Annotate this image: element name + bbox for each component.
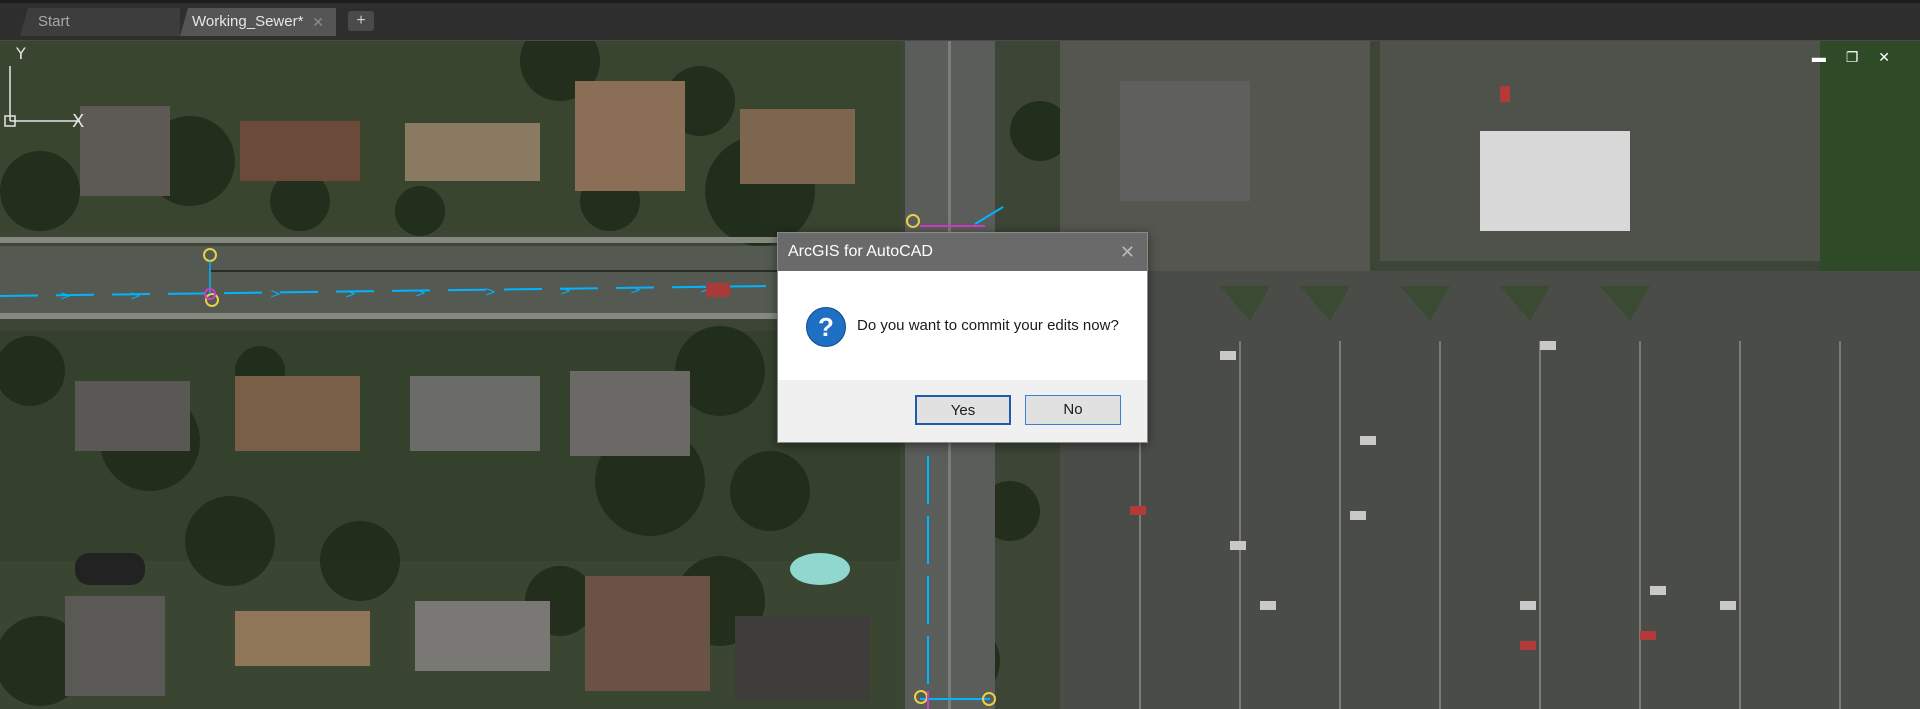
restore-icon[interactable]: ❐ [1846,49,1867,66]
commit-edits-dialog: ArcGIS for AutoCAD ✕ ? Do you want to co… [777,232,1148,443]
dialog-title: ArcGIS for AutoCAD [788,243,933,260]
no-button[interactable]: No [1025,395,1121,425]
close-icon[interactable]: ✕ [1878,49,1898,66]
tab-start-label: Start [38,13,70,30]
document-tab-bar: Start Working_Sewer* ✕ + [0,0,1920,41]
dialog-titlebar[interactable]: ArcGIS for AutoCAD ✕ [778,233,1147,271]
tab-start[interactable]: Start [20,8,180,36]
svg-text:>: > [60,289,71,304]
dialog-footer: Yes No [778,380,1147,442]
svg-text:>: > [560,284,571,299]
ucs-x-label: X [72,111,84,131]
svg-text:>: > [270,287,281,302]
viewport-window-controls: ▬ ❐ ✕ [1812,49,1898,66]
tab-working-sewer[interactable]: Working_Sewer* ✕ [180,8,336,36]
tab-close-icon[interactable]: ✕ [312,8,324,36]
dialog-body: ? Do you want to commit your edits now? [778,271,1147,379]
tab-bar-top-edge [0,0,1920,3]
minimize-icon[interactable]: ▬ [1812,49,1834,65]
svg-text:>: > [415,286,426,301]
dialog-message: Do you want to commit your edits now? [857,317,1119,334]
svg-text:>: > [630,283,641,298]
new-tab-button[interactable]: + [348,11,374,31]
ucs-y-label: Y [15,44,26,63]
svg-text:>: > [485,285,496,300]
question-icon: ? [806,307,846,347]
svg-text:>: > [345,287,356,302]
dialog-close-icon[interactable]: ✕ [1120,233,1135,271]
ucs-axis-icon: Y X [4,44,84,131]
svg-text:>: > [130,289,141,304]
tab-working-sewer-label: Working_Sewer* [192,13,304,30]
yes-button[interactable]: Yes [915,395,1011,425]
